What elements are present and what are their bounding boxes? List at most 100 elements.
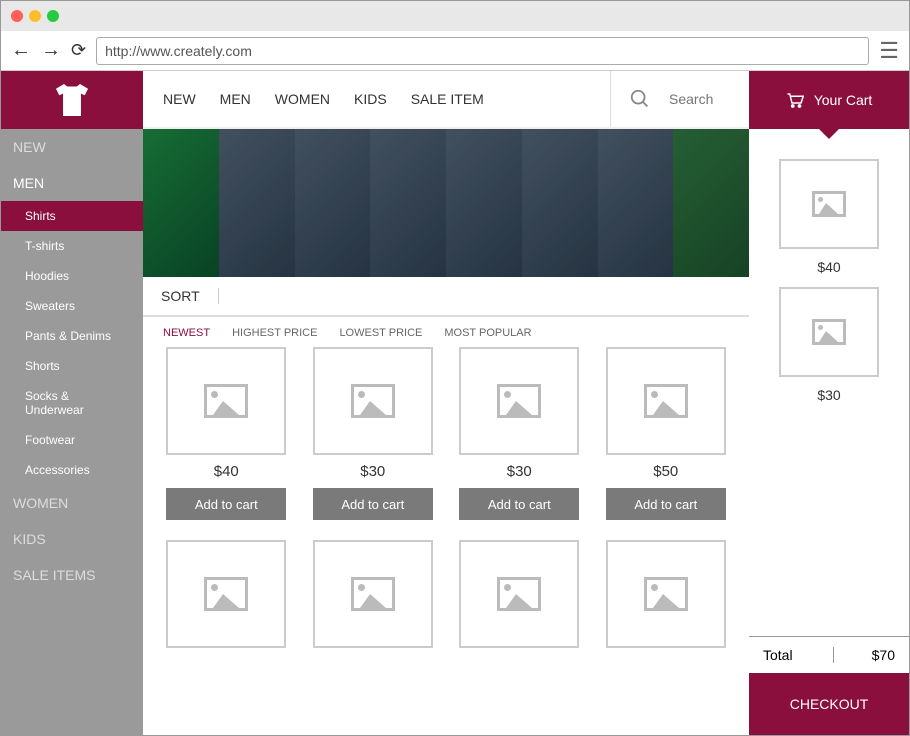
cart-item: $30 [767,287,891,403]
add-to-cart-button[interactable]: Add to cart [313,488,433,520]
sort-options: NEWEST HIGHEST PRICE LOWEST PRICE MOST POPU… [143,317,749,347]
sidebar: NEWMENShirtsT-shirtsHoodiesSweatersPants… [1,71,143,735]
checkout-button[interactable]: CHECKOUT [749,673,909,735]
hero-image [446,129,522,277]
cart-item-price: $40 [817,259,840,275]
cart-total: Total $70 [749,636,909,673]
product-price: $40 [214,463,239,480]
hero-image [522,129,598,277]
sidebar-cat[interactable]: NEW [1,129,143,165]
hero-image [598,129,674,277]
sort-option[interactable]: LOWEST PRICE [339,327,422,339]
menu-icon[interactable]: ☰ [879,38,899,64]
product-price: $30 [507,463,532,480]
product-card [163,540,290,648]
topnav-kids[interactable]: KIDS [354,91,387,107]
sidebar-sub[interactable]: Shirts [1,201,143,231]
topnav-men[interactable]: MEN [220,91,251,107]
placeholder-icon [497,384,541,418]
logo[interactable] [1,71,143,129]
product-card: $30 Add to cart [456,347,583,520]
sort-option[interactable]: MOST POPULAR [444,327,531,339]
minimize-icon[interactable] [29,10,41,22]
sort-option[interactable]: HIGHEST PRICE [232,327,317,339]
product-image[interactable] [313,347,433,455]
total-value: $70 [872,647,895,663]
product-price: $50 [653,463,678,480]
cart-header[interactable]: Your Cart [749,71,909,129]
window-titlebar [1,1,909,31]
search-input[interactable] [669,91,729,107]
total-label: Total [763,647,834,663]
reload-icon[interactable]: ⟳ [71,40,86,61]
product-image[interactable] [606,347,726,455]
sidebar-sub[interactable]: Accessories [1,455,143,485]
search [610,71,729,127]
product-card: $30 Add to cart [310,347,437,520]
placeholder-icon [351,577,395,611]
sort-label: SORT [161,288,219,304]
sidebar-sub[interactable]: Socks & Underwear [1,381,143,425]
sidebar-sub[interactable]: Footwear [1,425,143,455]
cart-item-image[interactable] [779,287,879,377]
url-input[interactable]: http://www.creately.com [96,37,869,65]
sort-bar: SORT [143,277,749,317]
page-content: NEWMENShirtsT-shirtsHoodiesSweatersPants… [1,71,909,735]
browser-window: ← → ⟳ http://www.creately.com ☰ NEWMENSh… [0,0,910,736]
product-card [456,540,583,648]
add-to-cart-button[interactable]: Add to cart [166,488,286,520]
hero-image [673,129,749,277]
search-icon[interactable] [629,88,651,110]
product-card [603,540,730,648]
hero-banner [143,129,749,277]
maximize-icon[interactable] [47,10,59,22]
product-image[interactable] [166,540,286,648]
sort-option[interactable]: NEWEST [163,327,210,339]
product-image[interactable] [459,540,579,648]
product-card: $50 Add to cart [603,347,730,520]
placeholder-icon [497,577,541,611]
product-price: $30 [360,463,385,480]
product-image[interactable] [313,540,433,648]
sidebar-sub[interactable]: T-shirts [1,231,143,261]
close-icon[interactable] [11,10,23,22]
back-icon[interactable]: ← [11,39,31,62]
cart-item-image[interactable] [779,159,879,249]
sidebar-sub[interactable]: Hoodies [1,261,143,291]
cart-icon [786,92,804,108]
cart-panel: Your Cart $40 $30 Total $70 CHECKOUT [749,71,909,735]
sidebar-cat[interactable]: WOMEN [1,485,143,521]
placeholder-icon [812,319,846,345]
product-image[interactable] [166,347,286,455]
hero-image [143,129,219,277]
hero-image [219,129,295,277]
sidebar-sub[interactable]: Pants & Denims [1,321,143,351]
placeholder-icon [812,191,846,217]
placeholder-icon [351,384,395,418]
sidebar-cat[interactable]: KIDS [1,521,143,557]
browser-toolbar: ← → ⟳ http://www.creately.com ☰ [1,31,909,71]
product-card: $40 Add to cart [163,347,290,520]
topnav-sale[interactable]: SALE ITEM [411,91,484,107]
sidebar-sub[interactable]: Sweaters [1,291,143,321]
cart-body: $40 $30 [749,129,909,636]
product-grid: $40 Add to cart $30 Add to cart $30 Add to ca… [143,347,749,668]
placeholder-icon [644,577,688,611]
main: NEW MEN WOMEN KIDS SALE ITEM [143,71,749,735]
add-to-cart-button[interactable]: Add to cart [459,488,579,520]
sidebar-sub[interactable]: Shorts [1,351,143,381]
placeholder-icon [204,577,248,611]
topnav-new[interactable]: NEW [163,91,196,107]
product-image[interactable] [459,347,579,455]
forward-icon[interactable]: → [41,39,61,62]
product-image[interactable] [606,540,726,648]
add-to-cart-button[interactable]: Add to cart [606,488,726,520]
product-card [310,540,437,648]
sidebar-cat[interactable]: SALE ITEMS [1,557,143,593]
sidebar-cat[interactable]: MEN [1,165,143,201]
placeholder-icon [204,384,248,418]
cart-item: $40 [767,159,891,275]
topnav-women[interactable]: WOMEN [275,91,330,107]
shirt-icon [56,84,88,116]
hero-image [295,129,371,277]
